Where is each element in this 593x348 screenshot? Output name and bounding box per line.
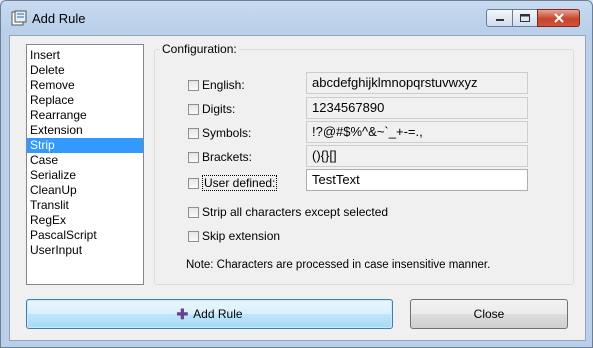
configuration-label: Configuration: <box>160 42 239 56</box>
symbols-label: Symbols: <box>202 126 252 140</box>
rule-item-case[interactable]: Case <box>27 153 143 168</box>
add-rule-label: Add Rule <box>193 307 243 321</box>
user-defined-label: User defined: <box>202 175 278 191</box>
close-icon <box>553 13 564 23</box>
strip-all-checkbox-row[interactable]: Strip all characters except selected <box>188 205 388 219</box>
strip-all-checkbox[interactable] <box>188 206 199 218</box>
digits-label: Digits: <box>202 102 236 116</box>
close-button[interactable]: Close <box>410 299 568 329</box>
rule-item-extension[interactable]: Extension <box>27 123 143 138</box>
rule-item-remove[interactable]: Remove <box>27 78 143 93</box>
skip-extension-checkbox[interactable] <box>188 230 199 242</box>
minimize-button[interactable] <box>486 9 513 27</box>
title-bar: Add Rule <box>1 1 592 35</box>
rule-item-strip[interactable]: Strip <box>27 138 143 153</box>
digits-checkbox-row[interactable]: Digits: <box>188 102 235 116</box>
brackets-checkbox[interactable] <box>188 151 199 163</box>
symbols-checkbox[interactable] <box>188 127 199 139</box>
brackets-field: (){}[] <box>306 145 528 167</box>
close-label: Close <box>473 307 505 321</box>
maximize-icon <box>520 14 530 22</box>
dialog-body: Insert Delete Remove Replace Rearrange E… <box>9 35 586 341</box>
window-title: Add Rule <box>32 11 86 26</box>
user-defined-checkbox[interactable] <box>188 177 199 189</box>
symbols-field: !?@#$%^&~`_+-=., <box>306 121 528 143</box>
add-rule-window: Add Rule Insert Delete Remove Replace Re… <box>0 0 593 348</box>
plus-icon: ✚ <box>176 305 189 322</box>
english-checkbox-row[interactable]: English: <box>188 78 245 92</box>
brackets-checkbox-row[interactable]: Brackets: <box>188 150 252 164</box>
rule-item-translit[interactable]: Translit <box>27 198 143 213</box>
skip-extension-checkbox-row[interactable]: Skip extension <box>188 229 280 243</box>
english-label: English: <box>202 78 245 92</box>
close-window-button[interactable] <box>537 9 580 27</box>
user-defined-checkbox-row[interactable]: User defined: <box>188 175 278 191</box>
strip-all-label: Strip all characters except selected <box>202 205 389 219</box>
add-rule-button[interactable]: ✚ Add Rule <box>26 299 393 329</box>
rule-list[interactable]: Insert Delete Remove Replace Rearrange E… <box>26 44 144 285</box>
brackets-label: Brackets: <box>202 150 253 164</box>
symbols-checkbox-row[interactable]: Symbols: <box>188 126 251 140</box>
rule-item-rearrange[interactable]: Rearrange <box>27 108 143 123</box>
skip-extension-label: Skip extension <box>202 229 281 243</box>
rule-item-pascalscript[interactable]: PascalScript <box>27 228 143 243</box>
rule-item-regex[interactable]: RegEx <box>27 213 143 228</box>
rule-item-serialize[interactable]: Serialize <box>27 168 143 183</box>
rule-item-userinput[interactable]: UserInput <box>27 243 143 258</box>
english-field: abcdefghijklmnopqrstuvwxyz <box>306 72 528 94</box>
rule-item-delete[interactable]: Delete <box>27 63 143 78</box>
minimize-icon <box>495 19 504 21</box>
digits-checkbox[interactable] <box>188 103 199 115</box>
app-icon <box>11 10 27 26</box>
maximize-button[interactable] <box>512 9 538 27</box>
digits-field: 1234567890 <box>306 97 528 119</box>
user-defined-input[interactable]: TestText <box>306 169 528 191</box>
rule-item-cleanup[interactable]: CleanUp <box>27 183 143 198</box>
case-note: Note: Characters are processed in case i… <box>186 259 491 271</box>
rule-item-insert[interactable]: Insert <box>27 48 143 63</box>
english-checkbox[interactable] <box>188 79 199 91</box>
rule-item-replace[interactable]: Replace <box>27 93 143 108</box>
